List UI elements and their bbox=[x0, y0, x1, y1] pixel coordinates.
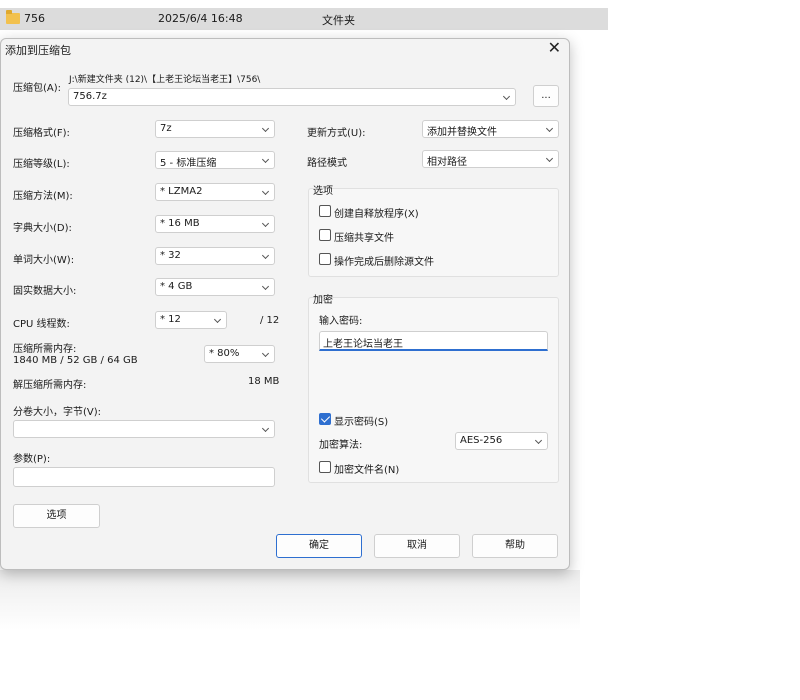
chevron-down-icon bbox=[545, 124, 554, 133]
dialog-title: 添加到压缩包 bbox=[5, 44, 71, 57]
chevron-down-icon bbox=[261, 187, 270, 196]
decomp-memory-value: 18 MB bbox=[248, 376, 280, 387]
password-input[interactable]: 上老王论坛当老王 bbox=[319, 331, 548, 351]
folder-icon bbox=[6, 10, 20, 24]
show-password-label: 显示密码(S) bbox=[334, 417, 389, 428]
close-icon[interactable]: ✕ bbox=[548, 40, 561, 56]
update-mode-value: 添加并替换文件 bbox=[427, 127, 497, 138]
show-password-checkbox[interactable] bbox=[319, 413, 331, 425]
browse-button[interactable]: ... bbox=[533, 85, 559, 107]
threads-total: / 12 bbox=[260, 315, 280, 326]
level-value: 5 - 标准压缩 bbox=[160, 158, 217, 169]
method-value: * LZMA2 bbox=[160, 186, 203, 197]
dict-value: * 16 MB bbox=[160, 218, 200, 229]
add-to-archive-dialog: 添加到压缩包 ✕ 压缩包(A): J:\新建文件夹 (12)\【上老王论坛当老王… bbox=[0, 38, 570, 570]
shared-files-label: 压缩共享文件 bbox=[334, 233, 394, 244]
encryption-method-value: AES-256 bbox=[460, 435, 503, 446]
memory-detail: 1840 MB / 52 GB / 64 GB bbox=[13, 355, 138, 366]
update-mode-label: 更新方式(U): bbox=[307, 128, 366, 139]
dict-label: 字典大小(D): bbox=[13, 223, 72, 234]
chevron-down-icon bbox=[261, 155, 270, 164]
method-label: 压缩方法(M): bbox=[13, 191, 73, 202]
chevron-down-icon bbox=[545, 154, 554, 163]
solid-value: * 4 GB bbox=[160, 281, 193, 292]
memory-label: 压缩所需内存: bbox=[13, 344, 77, 355]
sfx-checkbox[interactable] bbox=[319, 205, 331, 217]
encryption-method-label: 加密算法: bbox=[319, 440, 363, 451]
chevron-down-icon bbox=[502, 92, 511, 101]
file-name: 756 bbox=[24, 12, 45, 25]
method-select[interactable]: * LZMA2 bbox=[155, 183, 275, 201]
path-mode-label: 路径模式 bbox=[307, 158, 347, 169]
encryption-group-label: 加密 bbox=[313, 295, 333, 306]
split-label: 分卷大小，字节(V): bbox=[13, 407, 102, 418]
file-date: 2025/6/4 16:48 bbox=[158, 12, 243, 25]
encrypt-filenames-label: 加密文件名(N) bbox=[334, 465, 400, 476]
encryption-method-select[interactable]: AES-256 bbox=[455, 432, 548, 450]
password-label: 输入密码: bbox=[319, 316, 363, 327]
path-mode-value: 相对路径 bbox=[427, 157, 467, 168]
word-value: * 32 bbox=[160, 250, 181, 261]
shadow-area bbox=[0, 570, 580, 630]
shared-files-checkbox[interactable] bbox=[319, 229, 331, 241]
chevron-down-icon bbox=[534, 436, 543, 445]
archive-label: 压缩包(A): bbox=[13, 83, 62, 94]
archive-path: J:\新建文件夹 (12)\【上老王论坛当老王】\756\ bbox=[69, 75, 261, 85]
params-label: 参数(P): bbox=[13, 454, 51, 465]
password-value: 上老王论坛当老王 bbox=[323, 339, 403, 350]
format-label: 压缩格式(F): bbox=[13, 128, 70, 139]
chevron-down-icon bbox=[261, 251, 270, 260]
file-type: 文件夹 bbox=[322, 14, 355, 27]
update-mode-select[interactable]: 添加并替换文件 bbox=[422, 120, 559, 138]
memory-select[interactable]: * 80% bbox=[204, 345, 275, 363]
format-select[interactable]: 7z bbox=[155, 120, 275, 138]
solid-select[interactable]: * 4 GB bbox=[155, 278, 275, 296]
word-select[interactable]: * 32 bbox=[155, 247, 275, 265]
options-group-label: 选项 bbox=[313, 186, 333, 197]
memory-value: * 80% bbox=[209, 348, 240, 359]
delete-after-checkbox[interactable] bbox=[319, 253, 331, 265]
archive-filename-combo[interactable]: 756.7z bbox=[68, 88, 516, 106]
chevron-down-icon bbox=[261, 424, 270, 433]
path-mode-select[interactable]: 相对路径 bbox=[422, 150, 559, 168]
threads-label: CPU 线程数: bbox=[13, 319, 70, 330]
encrypt-filenames-checkbox[interactable] bbox=[319, 461, 331, 473]
level-select[interactable]: 5 - 标准压缩 bbox=[155, 151, 275, 169]
decomp-memory-label: 解压缩所需内存: bbox=[13, 380, 87, 391]
chevron-down-icon bbox=[213, 315, 222, 324]
delete-after-label: 操作完成后删除源文件 bbox=[334, 257, 434, 268]
chevron-down-icon bbox=[261, 349, 270, 358]
dict-select[interactable]: * 16 MB bbox=[155, 215, 275, 233]
threads-value: * 12 bbox=[160, 314, 181, 325]
chevron-down-icon bbox=[261, 219, 270, 228]
ok-button[interactable]: 确定 bbox=[276, 534, 362, 558]
sfx-label: 创建自释放程序(X) bbox=[334, 209, 419, 220]
chevron-down-icon bbox=[261, 124, 270, 133]
split-select[interactable] bbox=[13, 420, 275, 438]
explorer-file-row[interactable]: 756 2025/6/4 16:48 文件夹 bbox=[0, 8, 608, 30]
format-value: 7z bbox=[160, 123, 172, 134]
archive-filename: 756.7z bbox=[73, 91, 107, 102]
solid-label: 固实数据大小: bbox=[13, 286, 77, 297]
params-input[interactable] bbox=[13, 467, 275, 487]
title-bar: 添加到压缩包 ✕ bbox=[1, 39, 569, 59]
level-label: 压缩等级(L): bbox=[13, 159, 70, 170]
help-button[interactable]: 帮助 bbox=[472, 534, 558, 558]
chevron-down-icon bbox=[261, 282, 270, 291]
threads-select[interactable]: * 12 bbox=[155, 311, 227, 329]
word-label: 单词大小(W): bbox=[13, 255, 75, 266]
options-button[interactable]: 选项 bbox=[13, 504, 100, 528]
cancel-button[interactable]: 取消 bbox=[374, 534, 460, 558]
